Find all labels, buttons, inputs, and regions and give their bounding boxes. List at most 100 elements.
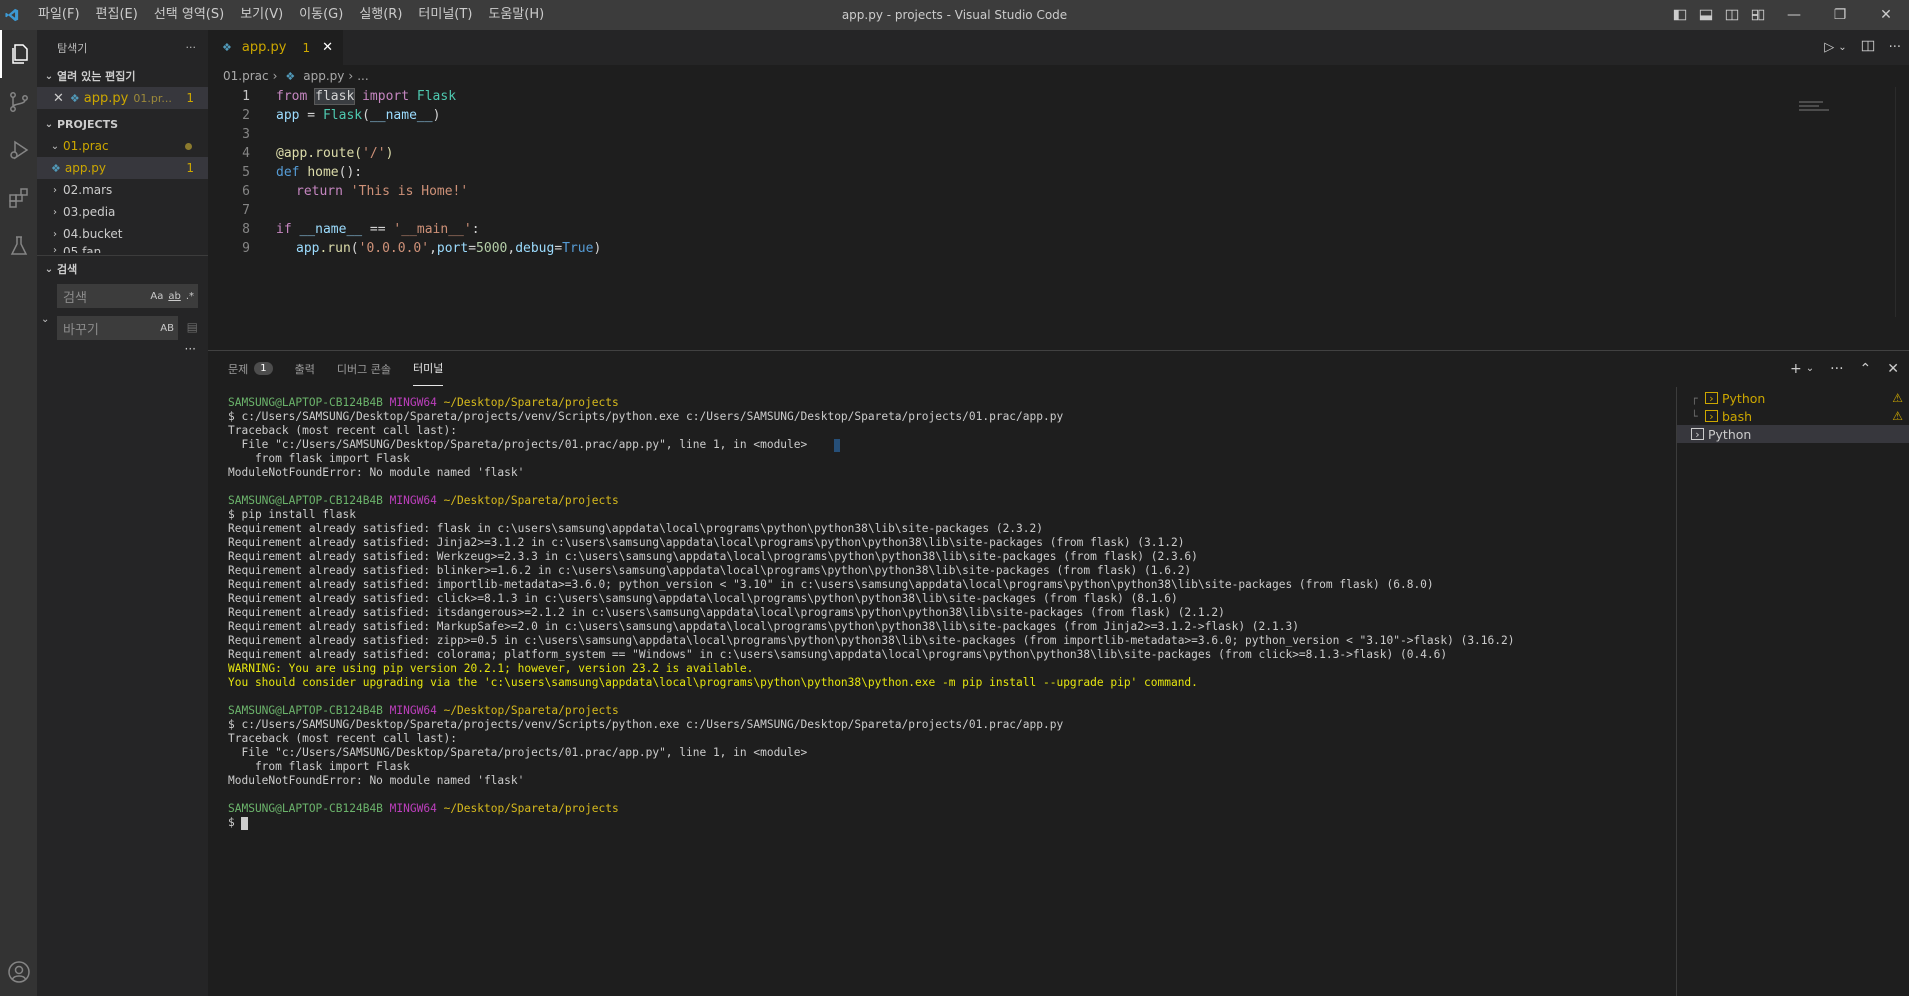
open-editors-title: 열려 있는 편집기 xyxy=(57,70,136,83)
close-icon[interactable]: ✕ xyxy=(53,91,64,106)
line-number: 6 xyxy=(242,184,250,199)
open-editor-filename: app.py xyxy=(83,90,129,106)
folder-01-prac[interactable]: ⌄ 01.prac xyxy=(37,135,208,157)
run-debug-icon[interactable] xyxy=(0,126,37,174)
more-actions-icon[interactable]: ··· xyxy=(1830,361,1843,377)
run-icon[interactable]: ▷ xyxy=(1824,40,1834,55)
file-app-py[interactable]: ❖ app.py 1 xyxy=(37,157,208,179)
breadcrumb-file[interactable]: app.py xyxy=(303,69,344,83)
search-more-icon[interactable]: ··· xyxy=(37,342,208,356)
preserve-case-icon[interactable]: AB xyxy=(160,323,174,334)
terminal-line: $ c:/Users/SAMSUNG/Desktop/Spareta/proje… xyxy=(228,718,1064,731)
terminal-list-item[interactable]: › Python xyxy=(1677,425,1909,443)
close-panel-icon[interactable]: ✕ xyxy=(1887,361,1899,377)
terminal-line: ModuleNotFoundError: No module named 'fl… xyxy=(228,466,525,479)
tab-output[interactable]: 출력 xyxy=(295,351,315,386)
testing-icon[interactable] xyxy=(0,222,37,270)
terminal-line: SAMSUNG@LAPTOP-CB124B4B MINGW64 ~/Deskto… xyxy=(228,704,1678,718)
projects-title: PROJECTS xyxy=(57,117,118,131)
code-token: import xyxy=(362,89,410,104)
code-token: (): xyxy=(338,165,363,180)
new-terminal-icon[interactable]: + xyxy=(1790,361,1802,377)
code-editor[interactable]: 1 from flask import Flask 2 app = Flask(… xyxy=(208,87,1909,327)
menu-edit[interactable]: 편집(E) xyxy=(88,0,146,30)
python-file-icon: ❖ xyxy=(222,41,232,54)
open-editor-item[interactable]: ✕ ❖ app.py 01.pr... 1 xyxy=(37,87,208,109)
code-token: '0.0.0.0' xyxy=(358,241,430,256)
code-token: return xyxy=(296,184,343,199)
terminal-output[interactable]: SAMSUNG@LAPTOP-CB124B4B MINGW64 ~/Deskto… xyxy=(228,396,1678,830)
prompt-env: MINGW64 xyxy=(389,704,437,717)
editor-scrollbar[interactable] xyxy=(1895,87,1909,317)
prompt-path: ~/Desktop/Spareta/projects xyxy=(443,396,619,409)
restore-icon[interactable]: ❐ xyxy=(1817,0,1863,30)
folder-04-bucket[interactable]: › 04.bucket xyxy=(37,223,208,245)
terminal-list-item[interactable]: └ › bash ⚠ xyxy=(1677,407,1909,425)
breadcrumb-folder[interactable]: 01.prac xyxy=(223,69,269,83)
tab-terminal[interactable]: 터미널 xyxy=(412,351,444,386)
projects-section[interactable]: ⌄ PROJECTS xyxy=(37,113,208,135)
terminal-blank xyxy=(228,690,1678,704)
modified-dot xyxy=(185,142,192,150)
section-divider xyxy=(37,255,208,256)
menu-file[interactable]: 파일(F) xyxy=(30,0,88,30)
explorer-icon[interactable] xyxy=(0,30,37,78)
more-actions-icon[interactable]: ··· xyxy=(1889,40,1901,55)
terminal-marker xyxy=(834,438,841,452)
breadcrumb-symbol[interactable]: ... xyxy=(357,69,368,83)
sidebar-explorer: 탐색기 ··· ⌄ 열려 있는 편집기 ✕ ❖ app.py 01.pr... … xyxy=(37,30,208,996)
sidebar-more-icon[interactable]: ··· xyxy=(186,41,197,54)
terminal-line: Requirement already satisfied: colorama;… xyxy=(228,648,1448,661)
chevron-down-icon[interactable]: ⌄ xyxy=(1806,363,1814,374)
menu-help[interactable]: 도움말(H) xyxy=(480,0,552,30)
terminal-line: Requirement already satisfied: importlib… xyxy=(228,578,1434,591)
match-word-icon[interactable]: ab xyxy=(168,291,180,302)
toggle-panel-icon[interactable] xyxy=(1693,0,1719,30)
tab-app-py[interactable]: ❖ app.py 1 ✕ xyxy=(208,30,343,65)
replace-all-icon[interactable]: ▤ xyxy=(187,320,198,334)
code-token: __name__ xyxy=(299,222,363,237)
match-case-icon[interactable]: Aa xyxy=(150,291,163,302)
tab-problems[interactable]: 문제 1 xyxy=(228,351,273,386)
code-token: app xyxy=(276,108,300,123)
menu-terminal[interactable]: 터미널(T) xyxy=(410,0,480,30)
tab-debug-console[interactable]: 디버그 콘솔 xyxy=(337,351,391,386)
terminal-line: Requirement already satisfied: blinker>=… xyxy=(228,564,1192,577)
toggle-replace-icon[interactable]: ⌄ xyxy=(41,314,49,325)
terminal-blank xyxy=(228,480,1678,494)
customize-layout-icon[interactable] xyxy=(1745,0,1771,30)
chevron-right-icon: › xyxy=(348,69,354,83)
minimize-icon[interactable]: — xyxy=(1771,0,1817,30)
close-window-icon[interactable]: ✕ xyxy=(1863,0,1909,30)
maximize-panel-icon[interactable]: ⌃ xyxy=(1860,361,1872,377)
toggle-secondary-sidebar-icon[interactable] xyxy=(1719,0,1745,30)
chevron-down-icon[interactable]: ⌄ xyxy=(1838,42,1846,53)
close-icon[interactable]: ✕ xyxy=(322,40,333,55)
folder-02-mars[interactable]: › 02.mars xyxy=(37,179,208,201)
terminal-list-item[interactable]: ┌ › Python ⚠ xyxy=(1677,389,1909,407)
replace-input[interactable]: 바꾸기 AB xyxy=(57,316,178,340)
code-token: debug xyxy=(515,241,555,256)
line-number: 3 xyxy=(242,127,250,142)
terminal-input-line[interactable]: $ xyxy=(228,816,1678,830)
menu-run[interactable]: 실행(R) xyxy=(351,0,410,30)
account-icon[interactable] xyxy=(0,948,37,996)
split-editor-icon[interactable] xyxy=(1861,39,1875,57)
search-section[interactable]: ⌄ 검색 xyxy=(37,258,208,280)
menu-go[interactable]: 이동(G) xyxy=(291,0,351,30)
source-control-icon[interactable] xyxy=(0,78,37,126)
chevron-down-icon: ⌄ xyxy=(50,140,60,152)
terminal-line: from flask import Flask xyxy=(228,760,410,773)
regex-icon[interactable]: .* xyxy=(186,291,194,302)
terminal-name: Python xyxy=(1722,390,1766,406)
extensions-icon[interactable] xyxy=(0,174,37,222)
folder-05-fan[interactable]: › 05.fan xyxy=(37,245,208,253)
folder-03-pedia[interactable]: › 03.pedia xyxy=(37,201,208,223)
menu-selection[interactable]: 선택 영역(S) xyxy=(146,0,232,30)
terminal-line: Requirement already satisfied: click>=8.… xyxy=(228,592,1178,605)
minimap[interactable] xyxy=(1799,101,1839,121)
toggle-primary-sidebar-icon[interactable] xyxy=(1667,0,1693,30)
search-input[interactable]: 검색 Aa ab .* xyxy=(57,284,198,308)
open-editors-section[interactable]: ⌄ 열려 있는 편집기 xyxy=(37,65,208,87)
menu-view[interactable]: 보기(V) xyxy=(232,0,291,30)
